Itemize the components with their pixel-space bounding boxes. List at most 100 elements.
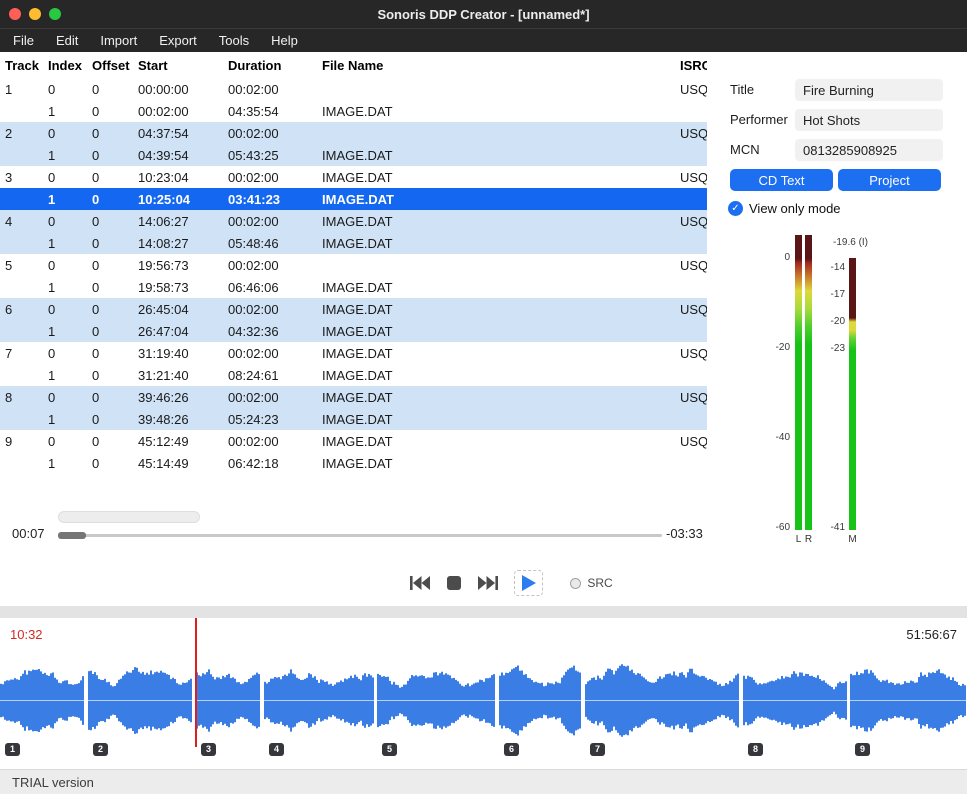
table-row[interactable]: 40014:06:2700:02:00IMAGE.DATUSQ [0,210,707,232]
next-button[interactable] [477,575,499,591]
menu-item-import[interactable]: Import [89,29,148,52]
cell-index: 0 [43,210,87,232]
cell-isrc [675,276,707,298]
cell-duration: 00:02:00 [223,430,317,452]
waveform-playhead[interactable] [195,618,197,747]
close-button[interactable] [9,8,21,20]
cell-duration: 00:02:00 [223,386,317,408]
mcn-input[interactable] [795,139,943,161]
table-row[interactable]: 1004:39:5405:43:25IMAGE.DAT [0,144,707,166]
title-input[interactable] [795,79,943,101]
cell-start: 45:14:49 [133,452,223,474]
cell-index: 0 [43,298,87,320]
play-icon [520,574,537,592]
cell-start: 31:19:40 [133,342,223,364]
performer-input[interactable] [795,109,943,131]
meter-scale-label: 0 [749,252,790,263]
cell-index: 0 [43,254,87,276]
cd-text-button[interactable]: CD Text [730,169,833,191]
cell-index: 0 [43,78,87,100]
table-row[interactable]: 70031:19:4000:02:00IMAGE.DATUSQ [0,342,707,364]
cell-index: 0 [43,430,87,452]
column-header-isrc[interactable]: ISRC [675,52,707,78]
waveform-segment[interactable] [585,654,740,747]
cell-file: IMAGE.DAT [317,298,675,320]
waveform-segment[interactable] [88,654,193,747]
menu-item-edit[interactable]: Edit [45,29,89,52]
menu-item-help[interactable]: Help [260,29,309,52]
column-header-track[interactable]: Track [0,52,43,78]
waveform-segment[interactable] [196,654,261,747]
table-row[interactable]: 80039:46:2600:02:00IMAGE.DATUSQ [0,386,707,408]
cell-file: IMAGE.DAT [317,386,675,408]
column-header-file-name[interactable]: File Name [317,52,675,78]
zoom-button[interactable] [49,8,61,20]
table-row[interactable]: 1026:47:0404:32:36IMAGE.DAT [0,320,707,342]
table-row[interactable]: 1019:58:7306:46:06IMAGE.DAT [0,276,707,298]
view-only-mode-toggle[interactable]: ✓ View only mode [728,201,841,216]
cell-offset: 0 [87,364,133,386]
column-header-offset[interactable]: Offset [87,52,133,78]
performer-label: Performer [730,109,788,131]
cell-isrc [675,452,707,474]
column-header-duration[interactable]: Duration [223,52,317,78]
cell-file: IMAGE.DAT [317,276,675,298]
table-row[interactable]: 1039:48:2605:24:23IMAGE.DAT [0,408,707,430]
cell-track [0,144,43,166]
waveform-track[interactable]: 123456789 [0,654,967,747]
cell-offset: 0 [87,298,133,320]
waveform-segment[interactable] [499,654,582,747]
table-row[interactable]: 20004:37:5400:02:00USQ [0,122,707,144]
menu-item-export[interactable]: Export [148,29,208,52]
waveform-segment[interactable] [0,654,85,747]
table-row[interactable]: 30010:23:0400:02:00IMAGE.DATUSQ [0,166,707,188]
cell-isrc: USQ [675,122,707,144]
stop-button[interactable] [446,575,462,591]
seek-thumb[interactable] [58,532,86,539]
cell-track: 4 [0,210,43,232]
channel-label-right: R [802,534,815,545]
table-row[interactable]: 1000:02:0004:35:54IMAGE.DAT [0,100,707,122]
menu-bar: File Edit Import Export Tools Help [0,28,967,52]
cell-duration: 05:48:46 [223,232,317,254]
waveform-segment[interactable] [743,654,847,747]
waveform-segment[interactable] [264,654,374,747]
cell-file: IMAGE.DAT [317,408,675,430]
horizontal-scrollbar-thumb[interactable] [58,511,200,523]
seek-slider[interactable] [58,530,662,541]
cell-duration: 03:41:23 [223,188,317,210]
project-button[interactable]: Project [838,169,941,191]
column-header-start[interactable]: Start [133,52,223,78]
track-table-body: 10000:00:0000:02:00USQ1000:02:0004:35:54… [0,78,707,474]
app-window: Sonoris DDP Creator - [unnamed*] File Ed… [0,0,967,794]
cell-isrc [675,408,707,430]
previous-button[interactable] [409,575,431,591]
src-indicator[interactable] [570,578,581,589]
column-header-index[interactable]: Index [43,52,87,78]
cell-start: 14:06:27 [133,210,223,232]
table-row[interactable]: 1045:14:4906:42:18IMAGE.DAT [0,452,707,474]
cell-duration: 05:24:23 [223,408,317,430]
play-button[interactable] [514,570,543,596]
table-row[interactable]: 1010:25:0403:41:23IMAGE.DAT [0,188,707,210]
cell-track: 7 [0,342,43,364]
skip-forward-icon [477,575,499,591]
table-row[interactable]: 1014:08:2705:48:46IMAGE.DAT [0,232,707,254]
table-row[interactable]: 10000:00:0000:02:00USQ [0,78,707,100]
table-row[interactable]: 1031:21:4008:24:61IMAGE.DAT [0,364,707,386]
cell-track: 3 [0,166,43,188]
cell-track [0,364,43,386]
table-row[interactable]: 60026:45:0400:02:00IMAGE.DATUSQ [0,298,707,320]
table-row[interactable]: 50019:56:7300:02:00USQ [0,254,707,276]
waveform-segment[interactable] [850,654,967,747]
menu-item-file[interactable]: File [2,29,45,52]
menu-item-tools[interactable]: Tools [208,29,260,52]
table-row[interactable]: 90045:12:4900:02:00IMAGE.DATUSQ [0,430,707,452]
loudness-readout: -19.6 (I) [833,237,868,248]
waveform-segment[interactable] [377,654,496,747]
cell-isrc [675,232,707,254]
cell-isrc: USQ [675,210,707,232]
minimize-button[interactable] [29,8,41,20]
cell-start: 00:00:00 [133,78,223,100]
cell-index: 1 [43,452,87,474]
